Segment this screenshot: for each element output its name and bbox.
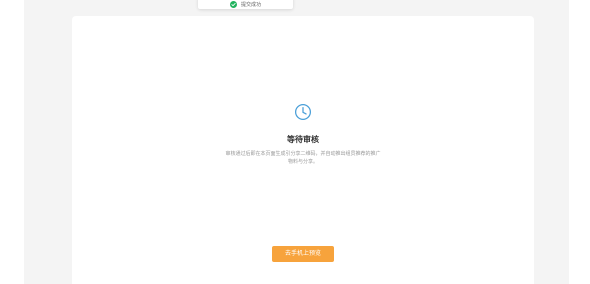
page: 提交成功 等待审核 审核通过后即在本页面生成引分享二维码，并自动推出组员推荐的推… (0, 0, 590, 284)
preview-on-phone-button[interactable]: 去手机上预览 (272, 246, 334, 262)
success-toast: 提交成功 (198, 0, 293, 9)
toast-text: 提交成功 (240, 1, 261, 8)
check-circle-icon (229, 0, 237, 8)
review-status-description: 审核通过后即在本页面生成引分享二维码，并自动推出组员推荐的推广物料与分享。 (225, 151, 381, 165)
clock-icon (294, 103, 312, 121)
review-status-title: 等待审核 (287, 135, 319, 144)
